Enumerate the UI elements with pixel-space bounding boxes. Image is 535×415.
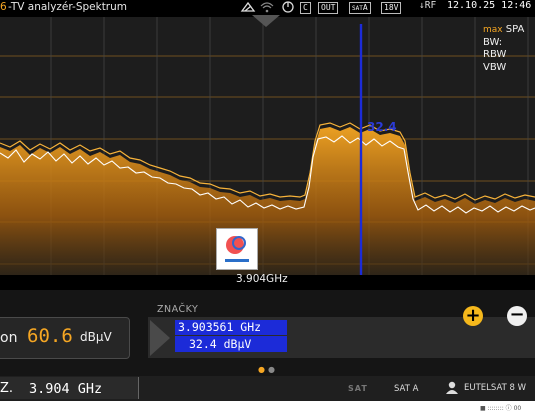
level-unit: dBμV [80,330,112,344]
page-indicator: ●● [258,365,278,374]
vbw-label: VBW [483,61,507,73]
markers-title: ZNAČKY [157,304,199,315]
rf-indicator: ↓RF [419,0,437,11]
max-label: max [483,25,503,35]
watermark-logo [216,228,258,270]
screen-number: 6 [0,1,7,13]
bw-label: BW: [483,36,503,48]
screen-title: -TV analyzér-Spektrum [8,1,128,13]
sat-box: SATA [349,2,371,14]
user-icon [446,381,458,394]
center-marker-tab [252,15,280,27]
marker-frequency: 3.903561 GHz [175,320,287,335]
marker-level: 32.4 dBμV [175,336,287,352]
out-box: OUT [318,2,339,14]
frequency-prefix: Z. [0,381,14,396]
footer: ■ :::::::: ⓘ 00 [0,401,535,415]
level-label: on [0,330,18,346]
power-icon [282,1,294,13]
satellite-dish-icon [240,1,256,12]
spectrum-fill [0,127,535,275]
voltage-box: 18V [381,2,402,14]
marker-level-label: 32.4 [367,120,397,134]
sat-input-label[interactable]: SAT A [394,384,418,394]
sat-icon: SAT [348,384,368,393]
add-marker-button[interactable]: + [463,306,483,326]
level-value: 60.6 [27,325,73,347]
spectrum-graph [0,17,535,275]
remove-marker-button[interactable]: − [507,306,527,326]
c-box: C [300,2,311,14]
wifi-icon [260,2,274,13]
satellite-name[interactable]: EUTELSAT 8 W [464,383,526,393]
datetime: 12.10.25 12:46 [447,0,532,11]
measurement-info: max SPA BW: RBW VBW [483,24,524,74]
spectrum-display[interactable] [0,17,535,275]
rbw-label: RBW [483,49,507,60]
center-frequency-label: 3.904GHz [236,273,288,285]
frequency-value: 3.904 GHz [29,381,103,397]
footer-text: ■ :::::::: ⓘ 00 [480,405,522,412]
span-label: SPA [505,24,525,35]
